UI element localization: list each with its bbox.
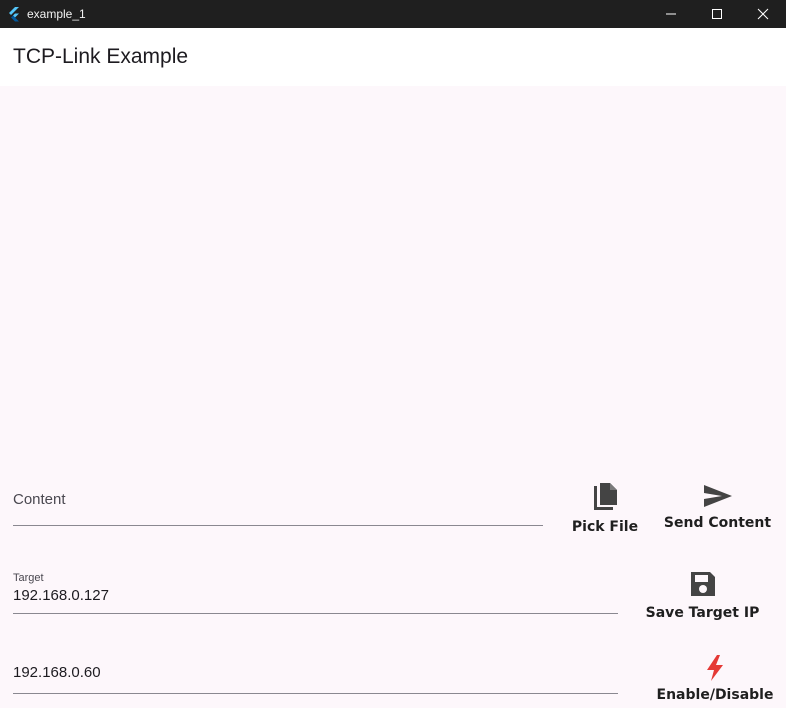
target-value: 192.168.0.127 [13,587,109,604]
minimize-icon [666,13,676,15]
send-content-button[interactable]: Send Content [660,482,775,531]
save-target-ip-label: Save Target IP [645,605,760,621]
page-title: TCP-Link Example [13,45,189,68]
send-icon [703,485,732,507]
ip-value: 192.168.0.60 [13,664,101,681]
maximize-button[interactable] [694,0,740,28]
close-button[interactable] [740,0,786,28]
save-target-ip-button[interactable]: Save Target IP [645,570,760,621]
minimize-button[interactable] [648,0,694,28]
file-copy-icon [594,483,617,510]
enable-disable-label: Enable/Disable [656,687,774,703]
window-titlebar: example_1 [0,0,786,28]
target-label: Target [13,572,44,584]
flutter-logo-icon [6,6,22,22]
send-content-label: Send Content [663,515,772,531]
app-bar: TCP-Link Example [0,28,786,86]
pick-file-label: Pick File [571,519,639,535]
close-icon [757,8,769,20]
maximize-icon [712,9,722,19]
window-title: example_1 [27,7,86,21]
save-icon [690,572,715,596]
bolt-icon [707,655,723,681]
content-underline [13,525,543,526]
ip-underline [13,693,618,694]
pick-file-button[interactable]: Pick File [565,482,645,535]
target-input[interactable]: Target 192.168.0.127 [13,570,618,614]
ip-input[interactable]: 192.168.0.60 [13,652,618,694]
content-placeholder: Content [13,491,66,508]
content-input[interactable]: Content [13,478,543,526]
enable-disable-button[interactable]: Enable/Disable [650,654,780,703]
target-underline [13,613,618,614]
